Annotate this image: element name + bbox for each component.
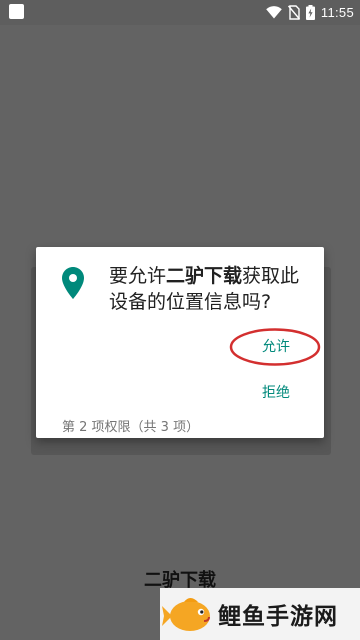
clock: 11:55 (320, 5, 354, 20)
allow-button[interactable]: 允许 (250, 333, 302, 359)
dialog-message: 要允许二驴下载获取此设备的位置信息吗? (109, 263, 313, 315)
deny-button[interactable]: 拒绝 (250, 379, 302, 405)
battery-charging-icon (305, 5, 315, 20)
permission-counter: 第 2 项权限（共 3 项） (62, 420, 200, 435)
fish-logo-icon (162, 598, 210, 631)
dialog-app-name: 二驴下载 (166, 265, 243, 287)
wifi-icon (266, 6, 282, 19)
permission-dialog: 要允许二驴下载获取此设备的位置信息吗? 允许 拒绝 第 2 项权限（共 3 项） (36, 247, 324, 438)
message-prefix: 要允许 (109, 265, 167, 287)
watermark: 鲤鱼手游网 (160, 588, 360, 640)
app-icon (9, 4, 24, 19)
status-bar: 11:55 (0, 0, 360, 25)
location-pin-icon (62, 267, 84, 299)
status-icons: 11:55 (266, 0, 354, 25)
no-sim-icon (287, 5, 300, 20)
watermark-text: 鲤鱼手游网 (218, 604, 338, 630)
